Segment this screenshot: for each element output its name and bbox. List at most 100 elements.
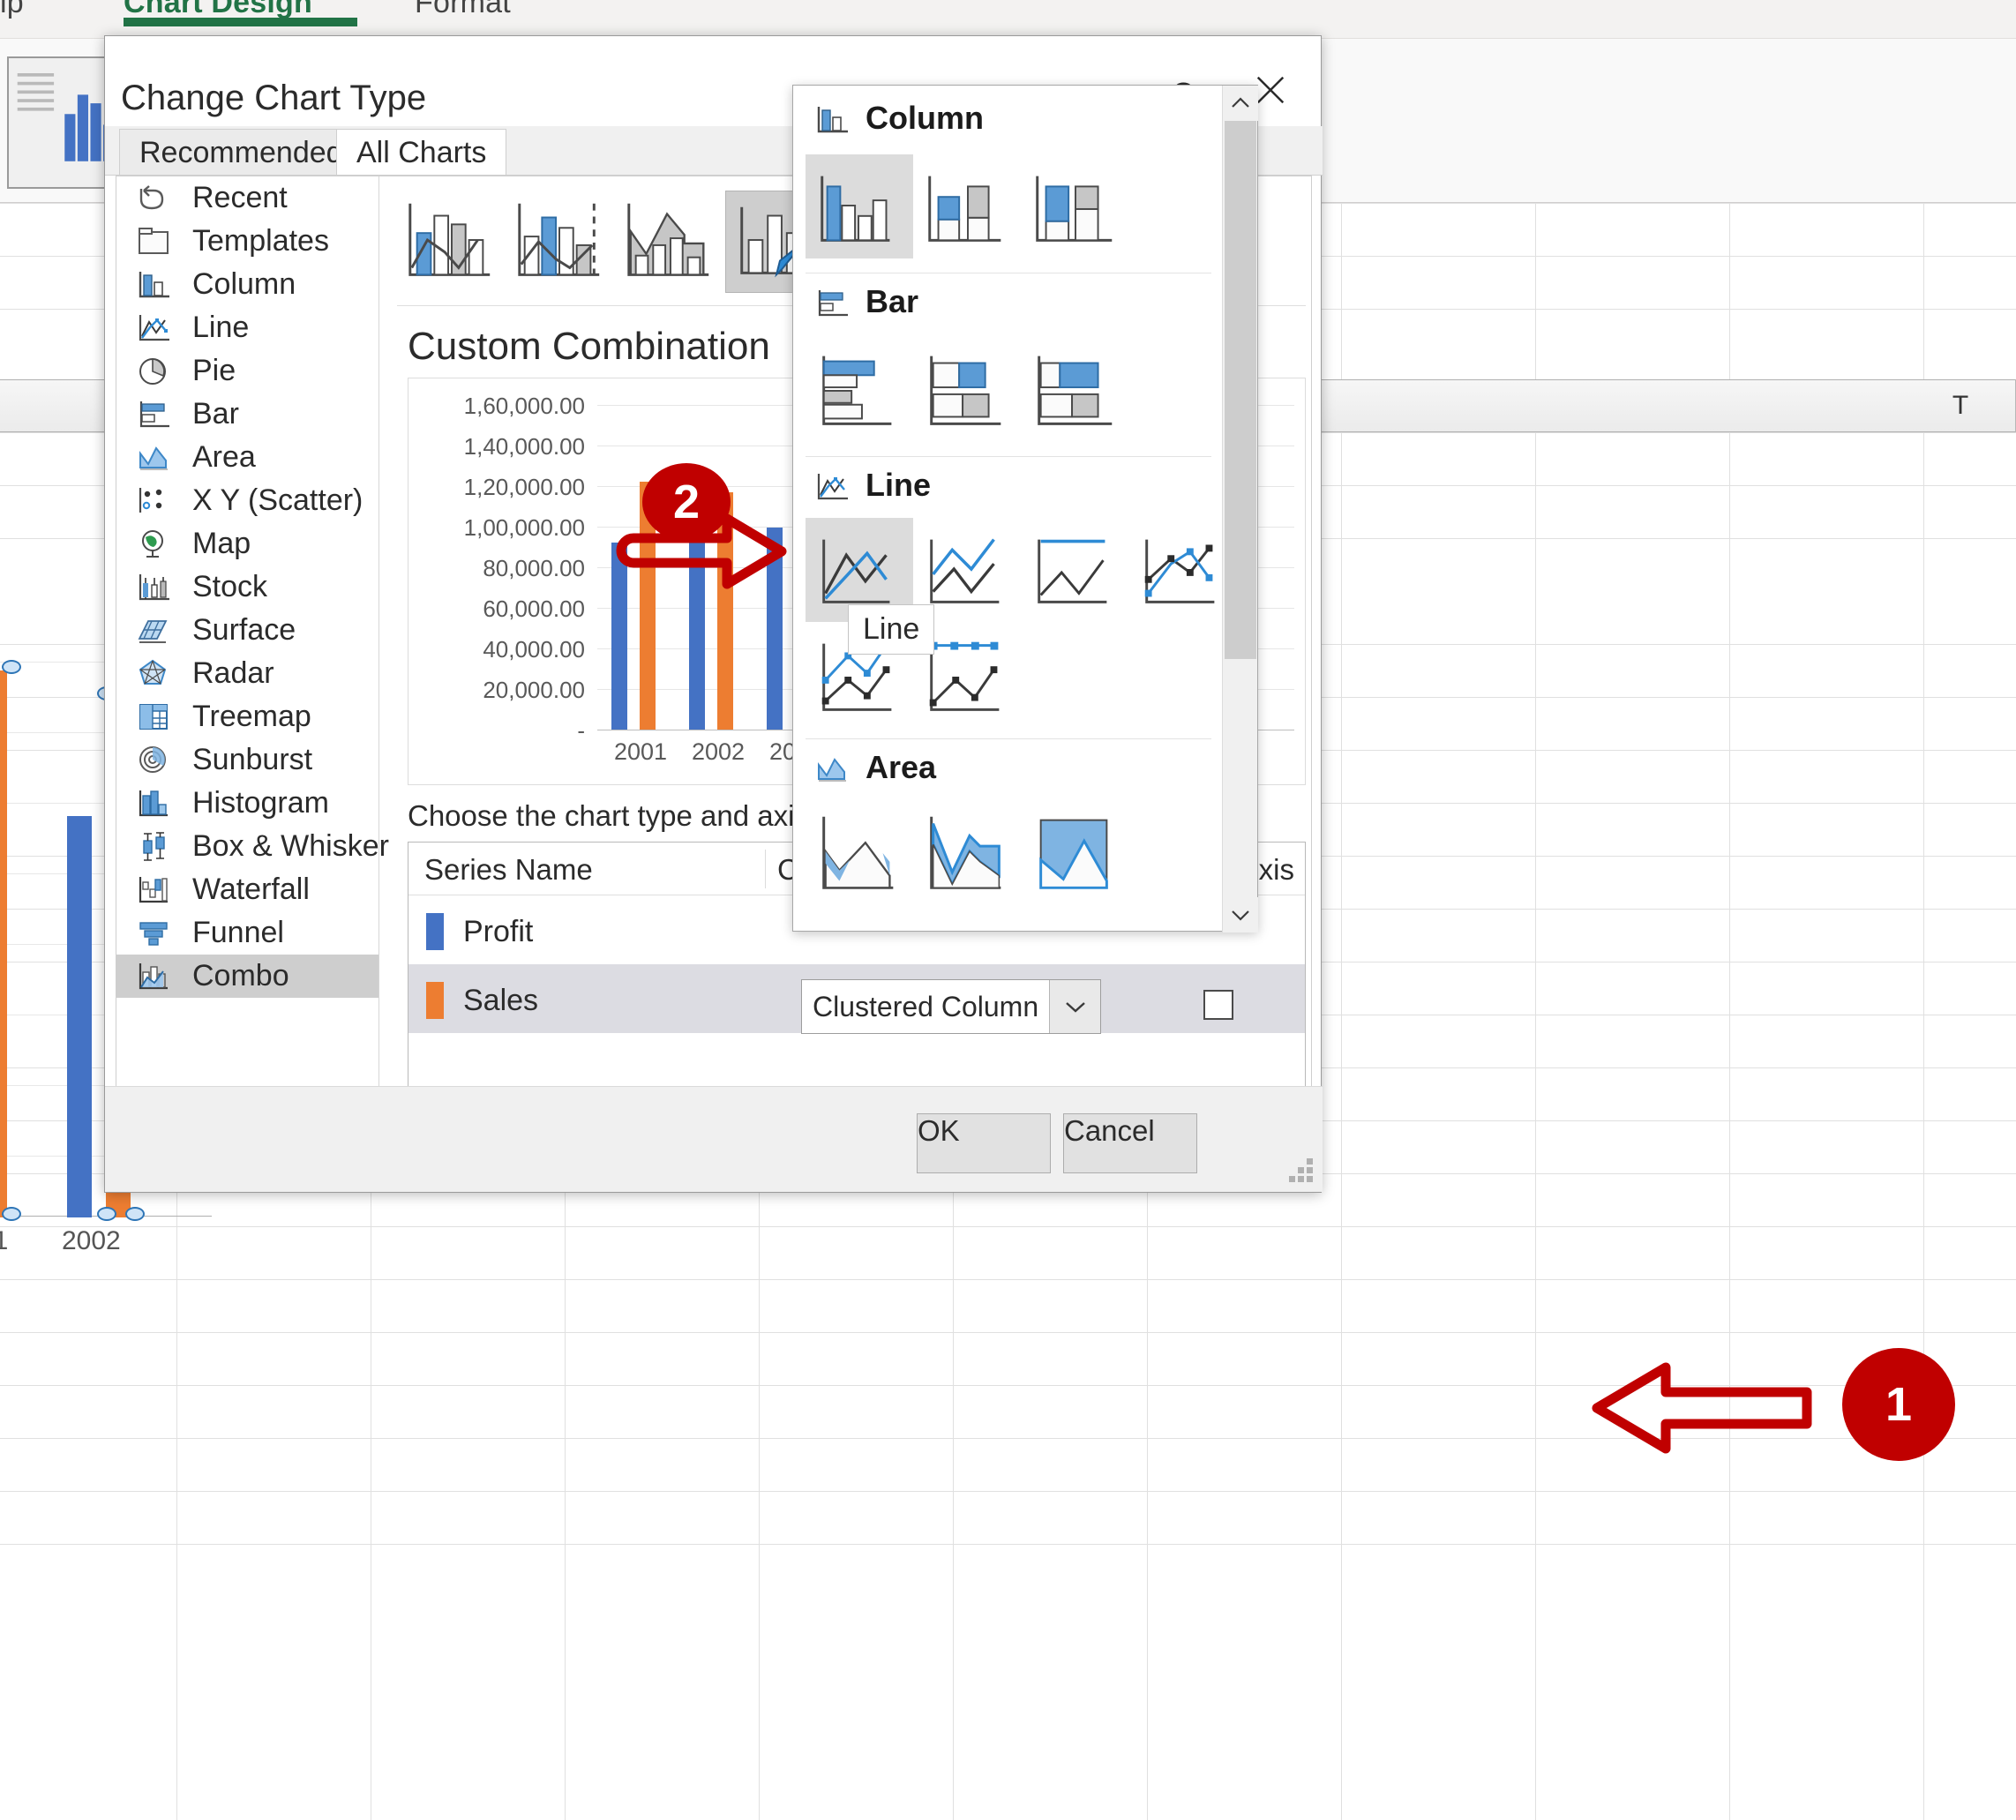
clustered-column-option[interactable] — [806, 154, 913, 258]
sidebar-item-label: Combo — [192, 959, 289, 993]
selection-handle[interactable] — [97, 1207, 116, 1221]
sidebar-item-label: Column — [192, 267, 296, 302]
ytick-label: - — [408, 717, 585, 745]
gallery-clustered-column-line-secondary[interactable] — [506, 191, 612, 293]
ok-button[interactable]: OK — [917, 1113, 1051, 1173]
scatter-chart-icon — [136, 484, 173, 518]
selection-handle[interactable] — [2, 1207, 21, 1221]
sidebar-item-pie[interactable]: Pie — [116, 349, 378, 393]
sidebar-item-combo[interactable]: Combo — [116, 955, 378, 998]
gallery-clustered-column-line[interactable] — [397, 191, 503, 293]
chevron-down-icon[interactable] — [1223, 897, 1258, 932]
treemap-chart-icon — [136, 700, 173, 734]
sidebar-item-label: Map — [192, 527, 251, 561]
series-name: Sales — [463, 984, 538, 1018]
clustered-bar-option[interactable] — [806, 338, 913, 442]
waterfall-chart-icon — [136, 873, 173, 907]
sidebar-item-box-whisker[interactable]: Box & Whisker — [116, 825, 378, 868]
bg-bar-profit-2002 — [67, 816, 92, 1217]
column-header-t[interactable]: T — [1906, 379, 2016, 432]
chevron-up-icon[interactable] — [1223, 86, 1258, 121]
sidebar-item-label: Stock — [192, 570, 267, 604]
scrollbar-thumb[interactable] — [1225, 121, 1256, 659]
ytick-label: 40,000.00 — [408, 636, 585, 663]
sidebar-item-surface[interactable]: Surface — [116, 609, 378, 652]
dropdown-scrollbar[interactable] — [1222, 86, 1257, 932]
sidebar-item-map[interactable]: Map — [116, 522, 378, 565]
stacked-column-option[interactable] — [913, 154, 1021, 258]
sidebar-item-sunburst[interactable]: Sunburst — [116, 738, 378, 782]
area-option[interactable] — [806, 800, 913, 904]
sidebar-item-label: Bar — [192, 397, 239, 431]
area-chart-icon — [136, 441, 173, 475]
stacked-area-option[interactable] — [913, 800, 1021, 904]
annotation-arrow-1 — [1588, 1355, 1844, 1461]
funnel-chart-icon — [136, 917, 173, 950]
sidebar-item-bar[interactable]: Bar — [116, 393, 378, 436]
sidebar-item-radar[interactable]: Radar — [116, 652, 378, 695]
bg-chart-xlabel-2002: 2002 — [62, 1226, 121, 1256]
tab-all-charts[interactable]: All Charts — [336, 129, 506, 175]
column-chart-icon — [136, 268, 173, 302]
chart-type-value: Clustered Column — [813, 991, 1038, 1023]
templates-folder-icon — [136, 225, 173, 258]
ribbon-tab-help[interactable]: lp — [0, 0, 24, 20]
chart-type-dropdown-panel: Column Bar — [792, 85, 1258, 932]
sidebar-item-treemap[interactable]: Treemap — [116, 695, 378, 738]
ribbon-tab-format[interactable]: Format — [415, 0, 511, 20]
sidebar-item-line[interactable]: Line — [116, 306, 378, 349]
ytick-label: 1,60,000.00 — [408, 393, 585, 420]
map-globe-icon — [136, 528, 173, 561]
chart-type-dropdown[interactable]: Clustered Column — [801, 979, 1101, 1034]
dropdown-section-bar: Bar — [866, 283, 918, 320]
sidebar-item-label: Histogram — [192, 786, 329, 820]
callout-1: 1 — [1842, 1348, 1955, 1461]
gallery-stacked-area-clustered-column[interactable] — [616, 191, 722, 293]
sidebar-item-recent[interactable]: Recent — [116, 176, 378, 220]
sidebar-item-label: Surface — [192, 613, 296, 648]
ytick-label: 80,000.00 — [408, 555, 585, 582]
100-percent-stacked-bar-option[interactable] — [1021, 338, 1128, 442]
dropdown-section-column: Column — [866, 100, 984, 137]
ytick-label: 1,20,000.00 — [408, 474, 585, 501]
sidebar-item-label: Area — [192, 440, 256, 475]
line-with-markers-option[interactable] — [1128, 518, 1236, 622]
sidebar-item-area[interactable]: Area — [116, 436, 378, 479]
100-percent-stacked-line-option[interactable] — [1021, 518, 1128, 622]
sidebar-item-funnel[interactable]: Funnel — [116, 911, 378, 955]
chart-type-dropdown-button[interactable] — [1049, 980, 1100, 1033]
resize-grip[interactable] — [1289, 1158, 1315, 1185]
stacked-bar-option[interactable] — [913, 338, 1021, 442]
bar-chart-icon — [136, 398, 173, 431]
ytick-label: 20,000.00 — [408, 677, 585, 704]
ribbon-strip: lp Chart Design Format — [0, 0, 2016, 39]
100-percent-stacked-area-option[interactable] — [1021, 800, 1128, 904]
bg-chart-xlabel-2001: 01 — [0, 1226, 8, 1256]
secondary-axis-checkbox[interactable] — [1203, 990, 1233, 1020]
sidebar-item-column[interactable]: Column — [116, 263, 378, 306]
selection-handle[interactable] — [125, 1207, 145, 1221]
sidebar-item-stock[interactable]: Stock — [116, 565, 378, 609]
sidebar-item-waterfall[interactable]: Waterfall — [116, 868, 378, 911]
sidebar-item-label: Treemap — [192, 700, 311, 734]
bar-chart-icon — [814, 287, 851, 320]
sidebar-item-templates[interactable]: Templates — [116, 220, 378, 263]
dialog-footer: OK Cancel — [105, 1086, 1323, 1192]
selection-handle[interactable] — [2, 660, 21, 674]
radar-chart-icon — [136, 657, 173, 691]
box-whisker-icon — [136, 830, 173, 864]
cancel-button[interactable]: Cancel — [1063, 1113, 1197, 1173]
sunburst-chart-icon — [136, 744, 173, 777]
sidebar-item-label: Pie — [192, 354, 236, 388]
ytick-label: 1,40,000.00 — [408, 433, 585, 461]
sidebar-item-label: Templates — [192, 224, 329, 258]
100-percent-stacked-column-option[interactable] — [1021, 154, 1128, 258]
dialog-title: Change Chart Type — [121, 79, 426, 118]
sidebar-item-label: Waterfall — [192, 873, 310, 907]
pie-chart-icon — [136, 355, 173, 388]
series-color-swatch — [426, 982, 444, 1019]
sidebar-item-xy-scatter[interactable]: X Y (Scatter) — [116, 479, 378, 522]
header-series-name: Series Name — [424, 853, 593, 887]
sidebar-item-histogram[interactable]: Histogram — [116, 782, 378, 825]
line-tooltip: Line — [848, 604, 934, 655]
